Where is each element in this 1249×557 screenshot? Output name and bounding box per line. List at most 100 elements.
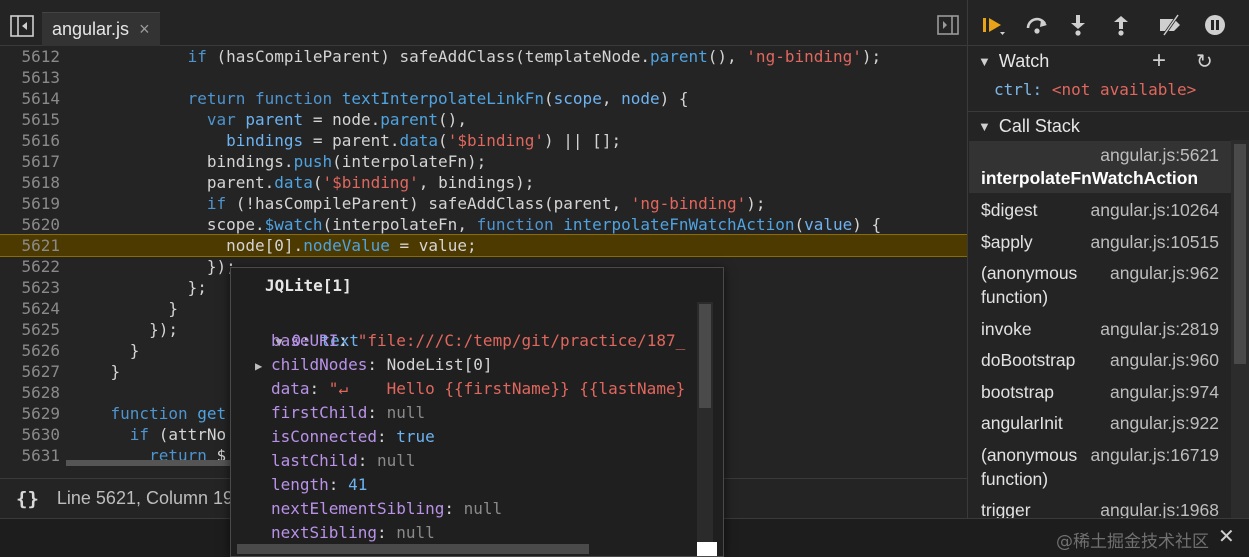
popover-property[interactable]: baseURI: "file:///C:/temp/git/practice/1… (255, 329, 685, 353)
prop-value: "file:///C:/temp/git/practice/187_ (357, 331, 686, 350)
call-stack-frame[interactable]: angular.js:10515 $apply (969, 227, 1231, 259)
code-token: ); (861, 47, 882, 66)
tab-close-icon[interactable]: × (139, 19, 150, 40)
deactivate-breakpoints-icon[interactable] (1158, 14, 1184, 36)
code-line[interactable]: 5616 bindings = parent.data('$binding') … (0, 130, 967, 151)
popover-root-item[interactable]: ▼ 0: text (237, 305, 359, 350)
code-line[interactable]: 5613 (0, 67, 967, 88)
pretty-print-button[interactable]: {} (16, 488, 39, 510)
line-number[interactable]: 5615 (0, 109, 60, 130)
code-horizontal-scrollbar[interactable] (66, 460, 236, 466)
line-number[interactable]: 5618 (0, 172, 60, 193)
line-number[interactable]: 5617 (0, 151, 60, 172)
current-execution-line[interactable]: 5621 node[0].nodeValue = value; (0, 234, 967, 257)
code-token: = node. (303, 110, 381, 129)
frame-location: angular.js:16719 (1090, 445, 1219, 465)
line-number[interactable]: 5616 (0, 130, 60, 151)
callstack-section-header[interactable]: ▼ Call Stack (968, 111, 1249, 141)
code-token: } (168, 299, 178, 318)
code-text: parent.data('$binding', bindings); (72, 172, 535, 193)
add-watch-icon[interactable]: + (1152, 47, 1166, 75)
frame-location: angular.js:922 (1110, 413, 1219, 433)
expand-triangle-icon[interactable]: ▶ (255, 354, 271, 378)
code-line[interactable]: 5619 if (!hasCompileParent) safeAddClass… (0, 193, 967, 214)
code-token: } (129, 341, 140, 360)
step-into-icon[interactable] (1065, 14, 1091, 36)
line-number[interactable]: 5612 (0, 46, 60, 67)
popover-property[interactable]: ▶ childNodes: NodeList[0] (255, 353, 493, 377)
line-number[interactable]: 5622 (0, 256, 60, 277)
call-stack-frame[interactable]: angular.js:2819 invoke (969, 314, 1231, 346)
popover-property[interactable]: nextElementSibling: null (255, 497, 502, 521)
refresh-watch-icon[interactable]: ↻ (1196, 49, 1213, 74)
resume-icon[interactable] (980, 14, 1006, 36)
close-icon[interactable]: ✕ (1218, 524, 1235, 548)
popover-property[interactable]: data: "↵ Hello {{firstName}} {{lastName} (255, 377, 685, 401)
popover-property[interactable]: firstChild: null (255, 401, 425, 425)
frame-function: trigger (981, 500, 1031, 518)
toggle-navigator-icon[interactable] (10, 15, 34, 37)
object-preview-popover[interactable]: JQLite[1] ▼ 0: text baseURI: "file:///C:/… (230, 267, 724, 557)
line-number[interactable]: 5628 (0, 382, 60, 403)
tab-label: angular.js (52, 19, 130, 39)
frame-location: angular.js:10515 (1090, 232, 1219, 252)
line-number[interactable]: 5629 (0, 403, 60, 424)
code-token: 'ng-binding' (630, 194, 747, 213)
cursor-position: Line 5621, Column 19 (56, 488, 234, 508)
popover-horizontal-scrollbar[interactable] (237, 544, 589, 554)
code-line[interactable]: 5620 scope.$watch(interpolateFn, functio… (0, 214, 967, 235)
line-number[interactable]: 5624 (0, 298, 60, 319)
frame-function: (anonymous (981, 263, 1078, 283)
frame-function: bootstrap (981, 382, 1054, 402)
toggle-debugger-icon[interactable] (937, 15, 959, 35)
code-token: parent (649, 47, 708, 66)
code-token: scope (553, 89, 602, 108)
call-stack-frame[interactable]: angular.js:10264 $digest (969, 195, 1231, 227)
popover-vertical-scrollbar[interactable] (697, 302, 713, 556)
call-stack-frame[interactable]: angular.js:1968 trigger (969, 495, 1231, 518)
code-token: data (399, 131, 439, 150)
watch-expression[interactable]: ctrl: <not available> (994, 80, 1196, 99)
line-number[interactable]: 5631 (0, 445, 60, 466)
call-stack-frame[interactable]: angular.js:962 (anonymous function) (969, 258, 1231, 314)
code-text: }; (72, 277, 207, 298)
call-stack-frame[interactable]: angular.js:974 bootstrap (969, 377, 1231, 409)
scrollbar-thumb[interactable] (699, 304, 711, 408)
call-stack-frame[interactable]: angular.js:16719 (anonymous function) (969, 440, 1231, 496)
watch-section-header[interactable]: ▼ Watch + ↻ (968, 46, 1249, 76)
pause-on-exceptions-icon[interactable] (1202, 14, 1228, 36)
code-line[interactable]: 5614 return function textInterpolateLink… (0, 88, 967, 109)
code-token: parent (245, 110, 304, 129)
prop-key: childNodes (271, 355, 368, 374)
line-number[interactable]: 5626 (0, 340, 60, 361)
line-number[interactable]: 5623 (0, 277, 60, 298)
call-stack-scrollbar[interactable] (1231, 140, 1249, 518)
line-number[interactable]: 5630 (0, 424, 60, 445)
line-number[interactable]: 5625 (0, 319, 60, 340)
call-stack-frame[interactable]: angular.js:5621 interpolateFnWatchAction (969, 141, 1231, 193)
call-stack-frame[interactable]: angular.js:960 doBootstrap (969, 345, 1231, 377)
prop-key: nextSibling (271, 523, 377, 542)
code-line[interactable]: 5612 if (hasCompileParent) safeAddClass(… (0, 46, 967, 67)
code-line[interactable]: 5617 bindings.push(interpolateFn); (0, 151, 967, 172)
step-out-icon[interactable] (1108, 14, 1134, 36)
code-token: textInterpolateLinkFn (341, 89, 545, 108)
code-token: if (129, 425, 150, 444)
line-number[interactable]: 5613 (0, 67, 60, 88)
popover-property[interactable]: length: 41 (255, 473, 367, 497)
popover-property[interactable]: lastChild: null (255, 449, 416, 473)
line-number[interactable]: 5619 (0, 193, 60, 214)
code-token: ( (794, 215, 805, 234)
code-line[interactable]: 5615 var parent = node.parent(), (0, 109, 967, 130)
call-stack-frame[interactable]: angular.js:922 angularInit (969, 408, 1231, 440)
line-number[interactable]: 5614 (0, 88, 60, 109)
popover-property[interactable]: nextSibling: null (255, 521, 435, 545)
scrollbar-thumb[interactable] (1234, 144, 1246, 364)
step-over-icon[interactable] (1024, 14, 1050, 36)
line-number[interactable]: 5621 (0, 235, 60, 256)
code-line[interactable]: 5618 parent.data('$binding', bindings); (0, 172, 967, 193)
editor-tab-angular-js[interactable]: angular.js × (42, 12, 160, 46)
line-number[interactable]: 5620 (0, 214, 60, 235)
popover-property[interactable]: isConnected: true (255, 425, 435, 449)
line-number[interactable]: 5627 (0, 361, 60, 382)
